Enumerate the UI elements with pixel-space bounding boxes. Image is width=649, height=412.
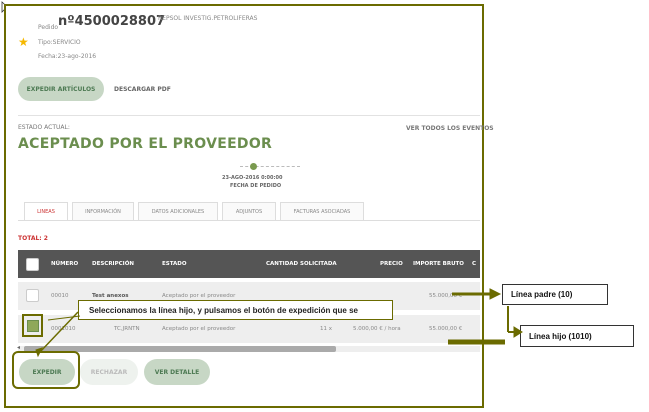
expedir-button[interactable]: EXPEDIR (19, 359, 75, 385)
pedido-label: Pedido (38, 24, 59, 31)
tab-adjuntos[interactable]: ADJUNTOS (222, 202, 276, 220)
annotation-linea-padre: Línea padre (10) (502, 284, 608, 305)
padre-arrowhead-icon (489, 288, 502, 300)
row-checkbox[interactable] (26, 289, 39, 302)
scroll-left-arrow-icon[interactable]: ◂ (17, 344, 20, 351)
tab-lineas[interactable]: LINEAS (24, 202, 68, 220)
cell-importe: 55.000,00 € (429, 326, 463, 332)
tab-datos-adicionales[interactable]: DATOS ADICIONALES (138, 202, 218, 220)
expedir-articulos-button[interactable]: EXPEDIR ARTÍCULOS (18, 77, 104, 101)
cell-precio: 5.000,00 € / hora (353, 326, 401, 332)
ver-todos-eventos-link[interactable]: VER TODOS LOS EVENTOS (406, 125, 494, 132)
header-cantidad: CANTIDAD SOLICITADA (266, 261, 337, 267)
order-type: Tipo:SERVICIO (38, 39, 81, 46)
header-descripcion: DESCRIPCIÓN (92, 261, 134, 267)
estado-actual-label: ESTADO ACTUAL: (18, 124, 70, 131)
instruction-callout: Seleccionamos la línea hijo, y pulsamos … (78, 300, 393, 320)
order-number: nº4500028807 (58, 14, 166, 29)
cell-estado: Aceptado por el proveedor (162, 326, 236, 332)
timeline-label: FECHA DE PEDIDO (230, 183, 282, 189)
cell-numero: 00010 (51, 293, 69, 299)
rechazar-button[interactable]: RECHAZAR (80, 359, 138, 385)
header-truncated: C (472, 261, 477, 267)
cell-estado: Aceptado por el proveedor (162, 293, 236, 299)
tab-facturas-asociadas[interactable]: FACTURAS ASOCIADAS (280, 202, 364, 220)
cell-importe: 55.000,00 € (429, 293, 463, 299)
tab-informacion[interactable]: INFORMACIÓN (72, 202, 134, 220)
timeline-date: 23-AGO-2016 0:00:00 (222, 175, 283, 181)
cell-descripcion: Test anexos (92, 293, 129, 299)
ver-detalle-button[interactable]: VER DETALLE (144, 359, 210, 385)
cell-cantidad: 11 x (320, 326, 333, 332)
row-checkbox-checked[interactable] (27, 320, 39, 332)
cell-descripcion: TC,JRNTN (114, 326, 140, 332)
order-date: Fecha:23-ago-2016 (38, 53, 97, 60)
header-numero: NÚMERO (51, 261, 79, 267)
select-all-checkbox[interactable] (26, 258, 39, 271)
header-importe: IMPORTE BRUTO (413, 261, 464, 267)
section-divider (18, 115, 480, 116)
table-header (18, 250, 480, 278)
descargar-pdf-link[interactable]: DESCARGAR PDF (114, 86, 171, 93)
tabs-baseline (18, 220, 480, 221)
timeline-line (240, 166, 300, 167)
header-estado: ESTADO (162, 261, 187, 267)
header-precio: PRECIO (380, 261, 403, 267)
total-count: TOTAL: 2 (18, 235, 48, 242)
supplier-name: REPSOL INVESTIG.PETROLIFERAS (158, 15, 258, 22)
timeline-dot (250, 163, 257, 170)
cell-numero: 0001010 (51, 326, 76, 332)
estado-actual-value: ACEPTADO POR EL PROVEEDOR (18, 136, 273, 152)
annotation-linea-hijo: Línea hijo (1010) (520, 325, 634, 347)
favorite-star-icon[interactable]: ★ (18, 35, 29, 49)
